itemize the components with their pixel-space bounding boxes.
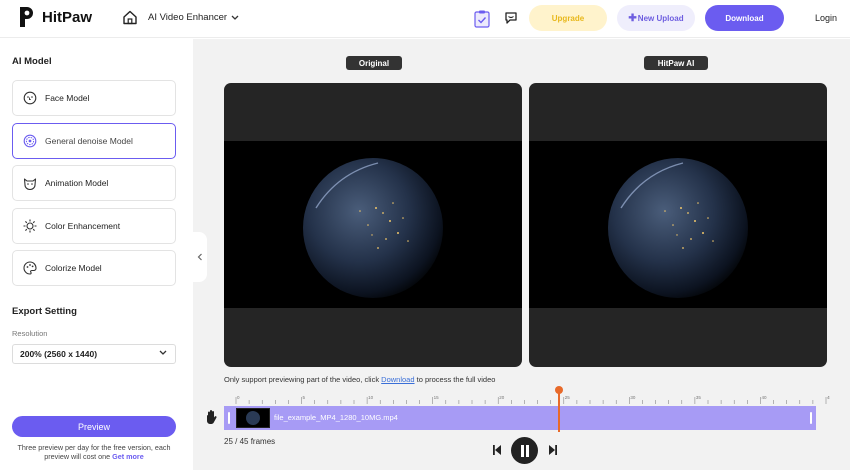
upgrade-button[interactable]: Upgrade [529, 5, 607, 31]
ruler-label: 5 [303, 395, 306, 400]
timeline-track[interactable]: file_example_MP4_1280_10MG.mp4 [224, 406, 816, 430]
get-more-link[interactable]: Get more [112, 452, 144, 461]
resolution-value: 200% (2560 x 1440) [20, 349, 98, 359]
ruler-label: 25 [565, 395, 571, 400]
model-label: Color Enhancement [45, 221, 121, 231]
previous-frame-icon[interactable] [492, 444, 504, 456]
settings-sidebar: AI Model Face Model General denoise Mode… [0, 39, 192, 470]
chevron-down-icon [159, 350, 167, 355]
ruler-label: 35 [696, 395, 702, 400]
logo[interactable]: HitPaw [18, 6, 92, 28]
earth-image [303, 158, 443, 298]
ruler-label: 0 [237, 395, 240, 400]
export-setting-title: Export Setting [12, 306, 77, 317]
home-icon[interactable] [122, 10, 138, 25]
model-label: General denoise Model [45, 136, 133, 146]
sun-icon [23, 219, 37, 233]
ruler-label: 45 [827, 395, 830, 400]
ruler-label: 10 [368, 395, 374, 400]
model-card-colorize[interactable]: Colorize Model [12, 250, 176, 286]
denoise-icon [23, 134, 37, 148]
resolution-select[interactable]: 200% (2560 x 1440) [12, 344, 176, 364]
login-link[interactable]: Login [815, 13, 837, 23]
product-name: AI Video Enhancer [148, 12, 228, 23]
model-card-color-enhancement[interactable]: Color Enhancement [12, 208, 176, 244]
preview-note-text: Three preview per day for the free versi… [17, 443, 171, 461]
model-label: Colorize Model [45, 263, 102, 273]
timeline-ruler: 0 5 10 15 20 25 30 35 40 45 [235, 395, 830, 404]
pause-button[interactable] [511, 437, 538, 464]
model-label: Animation Model [45, 178, 109, 188]
hitpaw-ai-video-panel [529, 83, 827, 367]
preview-button[interactable]: Preview [12, 416, 176, 437]
ruler-label: 40 [761, 395, 767, 400]
chevron-left-icon [197, 253, 202, 261]
new-upload-button[interactable]: ✚ New Upload [617, 5, 695, 31]
ruler-label: 15 [434, 395, 440, 400]
new-upload-label: New Upload [637, 13, 684, 23]
frame-counter: 25 / 45 frames [224, 437, 276, 446]
top-bar: HitPaw AI Video Enhancer Upgrade ✚ New U… [0, 0, 850, 38]
face-icon [23, 91, 37, 105]
plus-icon: ✚ [628, 12, 637, 24]
hitpaw-ai-tag: HitPaw AI [644, 56, 708, 70]
feedback-icon[interactable] [504, 11, 518, 25]
model-label: Face Model [45, 93, 90, 103]
playhead[interactable] [558, 388, 560, 432]
ai-model-title: AI Model [12, 56, 52, 67]
notice-text-end: to process the full video [416, 375, 496, 384]
product-selector[interactable]: AI Video Enhancer [148, 12, 239, 23]
preview-notice: Only support previewing part of the vide… [224, 375, 495, 384]
collapse-sidebar-button[interactable] [193, 232, 207, 282]
ruler-label: 20 [499, 395, 505, 400]
hand-drag-icon[interactable] [204, 409, 218, 425]
chevron-down-icon [231, 15, 239, 20]
ruler-label: 30 [630, 395, 636, 400]
clip-thumbnail [236, 408, 270, 428]
trim-start-handle[interactable] [224, 406, 234, 430]
animation-icon [23, 178, 37, 190]
download-button[interactable]: Download [705, 5, 784, 31]
next-frame-icon[interactable] [546, 444, 558, 456]
resolution-label: Resolution [12, 329, 48, 338]
notice-download-link[interactable]: Download [381, 375, 414, 384]
brand-name: HitPaw [42, 8, 93, 26]
trim-end-handle[interactable] [806, 406, 816, 430]
model-card-general-denoise[interactable]: General denoise Model [12, 123, 176, 159]
model-card-animation[interactable]: Animation Model [12, 165, 176, 201]
task-list-icon[interactable] [474, 10, 490, 28]
preview-note: Three preview per day for the free versi… [12, 443, 176, 461]
playhead-handle[interactable] [555, 386, 563, 394]
clip-name: file_example_MP4_1280_10MG.mp4 [274, 413, 398, 422]
model-card-face[interactable]: Face Model [12, 80, 176, 116]
original-video-panel [224, 83, 522, 367]
notice-text-start: Only support previewing part of the vide… [224, 375, 380, 384]
original-tag: Original [346, 56, 402, 70]
palette-icon [23, 261, 37, 275]
earth-image [608, 158, 748, 298]
hitpaw-logo-icon [20, 7, 33, 27]
pause-icon [520, 444, 529, 457]
